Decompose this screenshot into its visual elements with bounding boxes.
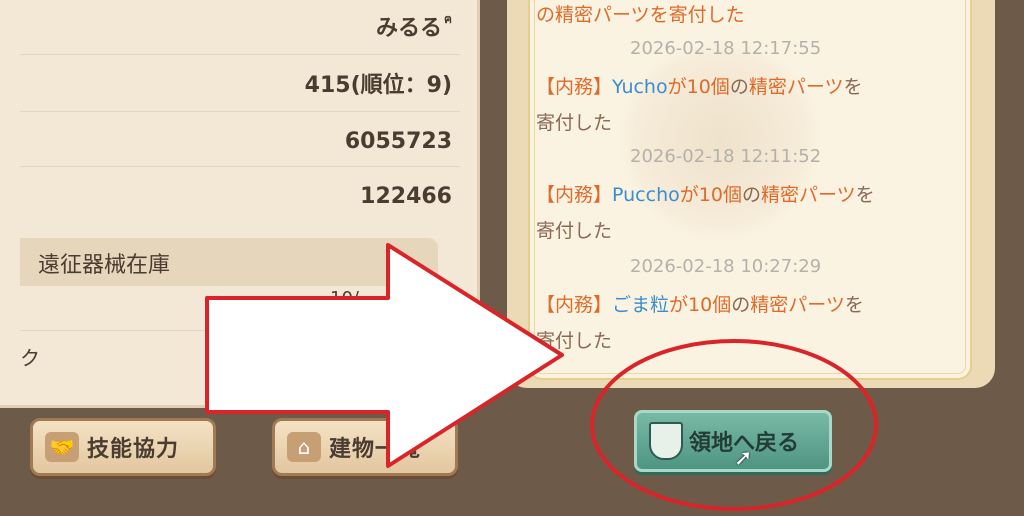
section-title: 遠征器械在庫 (38, 253, 171, 278)
log-entry-1-tail: 寄付した (536, 112, 613, 134)
divider (20, 330, 460, 331)
stat-b-value: 122466 (360, 184, 452, 209)
banner-icon (649, 422, 683, 460)
paw-icon: ฅ (443, 12, 452, 26)
handshake-icon: 🤝 (45, 432, 79, 462)
info-row-stat-b: 122466 (20, 167, 460, 221)
skill-assist-label: 技能協力 (87, 437, 180, 462)
log-time-1: 2026-02-18 12:17:55 (630, 38, 822, 59)
log-time-2: 2026-02-18 12:11:52 (630, 146, 822, 167)
player-name: みるるฅ (375, 12, 452, 41)
building-list-button[interactable]: ⌂ 建物一覧 (272, 418, 458, 476)
rank-value: 415(順位：9) (304, 73, 452, 98)
stat-a-value: 6055723 (344, 129, 452, 154)
mouse-cursor-icon: ➚ (734, 446, 753, 471)
stock-count-partial: 10/ (330, 288, 359, 309)
game-screen: みるるฅ 415(順位：9) 6055723 122466 遠征器械在庫 10/… (0, 0, 1024, 516)
info-row-rank: 415(順位：9) (20, 57, 460, 112)
skill-assist-button[interactable]: 🤝 技能協力 (30, 418, 216, 476)
log-entry-2: 【内務】Pucchoが10個の精密パーツを (536, 184, 875, 206)
stock-item-partial: ク (20, 346, 40, 370)
return-to-territory-button[interactable]: 領地へ戻る (634, 410, 832, 472)
section-header: 遠征器械在庫 (20, 238, 438, 286)
log-entry-1: 【内務】Yuchoが10個の精密パーツを (536, 76, 863, 98)
log-time-3: 2026-02-18 10:27:29 (630, 256, 822, 277)
log-entry-3: 【内務】ごま粒が10個の精密パーツを (536, 294, 864, 316)
log-user-1: Yucho (612, 76, 668, 98)
log-line-top: の精密パーツを寄付した (536, 4, 745, 26)
emblem-watermark (620, 40, 820, 240)
log-entry-2-tail: 寄付した (536, 220, 613, 242)
info-row-stat-a: 6055723 (20, 112, 460, 167)
house-icon: ⌂ (287, 432, 321, 462)
log-user-3: ごま粒 (612, 294, 670, 316)
info-row-name: みるるฅ (20, 0, 460, 55)
building-list-label: 建物一覧 (329, 437, 422, 462)
log-user-2: Puccho (612, 184, 680, 206)
log-entry-3-tail: 寄付した (536, 330, 613, 352)
